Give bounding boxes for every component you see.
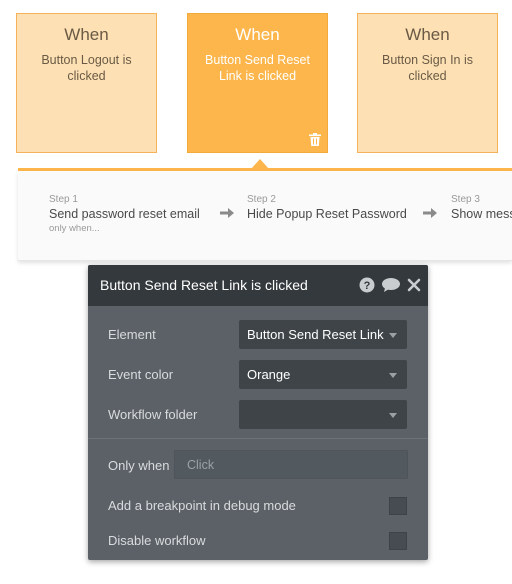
step-1[interactable]: Step 1 Send password reset email only wh… (49, 194, 200, 234)
event-card-logout[interactable]: When Button Logout is clicked (16, 13, 157, 153)
event-when-label: When (64, 25, 109, 44)
step-2[interactable]: Step 2 Hide Popup Reset Password (247, 194, 407, 221)
step-title: Send password reset email (49, 207, 200, 221)
event-description: Button Sign In is clicked (381, 53, 474, 83)
step-condition: only when... (49, 223, 100, 234)
event-description: Button Logout is clicked (41, 53, 132, 83)
breakpoint-label: Add a breakpoint in debug mode (108, 498, 296, 513)
only-when-input[interactable] (174, 450, 408, 479)
trash-icon[interactable] (309, 133, 321, 146)
disable-workflow-label: Disable workflow (108, 533, 206, 548)
event-color-dropdown[interactable]: Orange (239, 360, 407, 389)
chevron-down-icon (389, 373, 397, 378)
event-color-label: Event color (108, 367, 174, 382)
panel-title: Button Send Reset Link is clicked (100, 277, 308, 293)
comment-icon[interactable] (381, 277, 401, 293)
only-when-label: Only when (108, 458, 170, 473)
close-icon[interactable] (407, 278, 421, 292)
event-when-label: When (235, 25, 280, 44)
element-value: Button Send Reset Link (247, 327, 384, 342)
workflow-folder-dropdown[interactable] (239, 400, 407, 429)
panel-header-icons: ? (359, 277, 421, 293)
workflow-folder-label: Workflow folder (108, 407, 198, 422)
event-description: Button Send Reset Link is clicked (205, 53, 310, 83)
chevron-down-icon (389, 413, 397, 418)
step-number: Step 1 (49, 194, 78, 205)
arrow-right-icon (423, 208, 437, 218)
element-dropdown[interactable]: Button Send Reset Link (239, 320, 407, 349)
svg-text:?: ? (364, 280, 371, 292)
step-3[interactable]: Step 3 Show mess (451, 194, 512, 221)
chevron-down-icon (389, 333, 397, 338)
event-when-label: When (405, 25, 450, 44)
event-card-send-reset-link[interactable]: When Button Send Reset Link is clicked (187, 13, 328, 153)
divider (88, 438, 428, 439)
step-number: Step 3 (451, 194, 480, 205)
disable-workflow-checkbox[interactable] (389, 532, 407, 550)
panel-header: Button Send Reset Link is clicked ? (88, 265, 428, 306)
breakpoint-checkbox[interactable] (389, 497, 407, 515)
event-properties-panel: Button Send Reset Link is clicked ? Elem… (88, 265, 428, 560)
workflow-steps-panel: Step 1 Send password reset email only wh… (18, 171, 512, 261)
element-label: Element (108, 327, 156, 342)
event-color-value: Orange (247, 367, 291, 382)
arrow-right-icon (220, 208, 234, 218)
event-card-sign-in[interactable]: When Button Sign In is clicked (357, 13, 498, 153)
step-title: Hide Popup Reset Password (247, 207, 407, 221)
step-title: Show mess (451, 207, 512, 221)
help-icon[interactable]: ? (359, 277, 375, 293)
step-number: Step 2 (247, 194, 276, 205)
